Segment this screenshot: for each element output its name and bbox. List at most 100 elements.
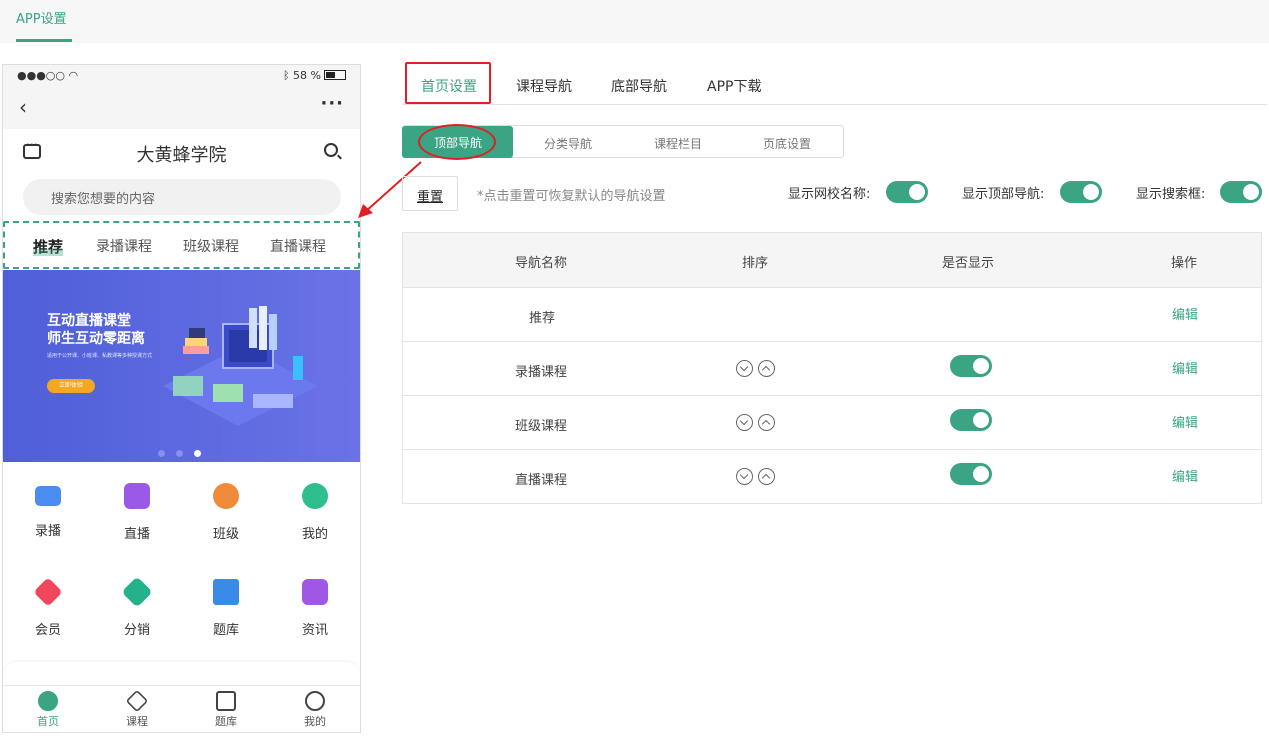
school-name: 大黄蜂学院: [136, 145, 227, 166]
phone-header: 大黄蜂学院: [3, 129, 360, 173]
show-search-toggle[interactable]: [1220, 181, 1262, 203]
table-row: 班级课程 编辑: [403, 395, 1261, 449]
video-camera-icon: [35, 486, 61, 506]
row-name: 直播课程: [515, 473, 568, 488]
bear-face-icon: [302, 483, 328, 509]
table-row: 推荐 编辑: [403, 287, 1261, 341]
tabbar-courses[interactable]: 课程: [107, 689, 167, 729]
grid-item-questions[interactable]: 题库: [196, 579, 256, 638]
edit-link[interactable]: 编辑: [1172, 466, 1198, 485]
grid-label: 资讯: [301, 623, 328, 638]
category-recorded[interactable]: 录播课程: [96, 236, 152, 256]
grid-label: 题库: [212, 623, 239, 638]
settings-tabs: 首页设置 课程导航 底部导航 APP下载: [402, 62, 1267, 105]
reset-button[interactable]: 重置: [402, 176, 458, 211]
highlight-oval: [418, 124, 496, 160]
row-visible-toggle[interactable]: [950, 409, 992, 431]
row-name: 班级课程: [515, 419, 568, 434]
edit-link[interactable]: 编辑: [1172, 304, 1198, 323]
grid-item-live[interactable]: 直播: [107, 483, 167, 542]
show-top-nav-toggle[interactable]: [1060, 181, 1102, 203]
banner-dot[interactable]: [176, 450, 183, 457]
row-visible-toggle[interactable]: [950, 463, 992, 485]
banner-dot-active[interactable]: [194, 450, 201, 457]
tabbar-home[interactable]: 首页: [18, 691, 78, 729]
subtab-category-nav[interactable]: 分类导航: [544, 135, 592, 152]
clipboard-icon: [216, 691, 236, 711]
phone-nav-bar: ‹ ···: [3, 87, 360, 129]
tabbar-label: 我的: [304, 715, 326, 728]
grid-item-recorded[interactable]: 录播: [18, 483, 78, 539]
move-up-icon[interactable]: [758, 360, 775, 377]
sort-controls: [736, 360, 780, 377]
tabbar-label: 题库: [215, 715, 237, 728]
show-school-name-toggle[interactable]: [886, 181, 928, 203]
banner-title: 互动直播课堂 师生互动零距离: [47, 313, 145, 347]
tabbar-mine[interactable]: 我的: [285, 691, 345, 729]
tv-play-icon: [124, 483, 150, 509]
table-row: 直播课程 编辑: [403, 449, 1261, 503]
tab-course-nav[interactable]: 课程导航: [516, 76, 572, 96]
banner-illustration: [163, 306, 318, 426]
category-recommend[interactable]: 推荐: [33, 236, 64, 257]
row-visible-toggle[interactable]: [950, 355, 992, 377]
col-visible: 是否显示: [942, 256, 995, 271]
col-nav-name: 导航名称: [515, 256, 568, 271]
move-down-icon[interactable]: [736, 468, 753, 485]
grid-item-news[interactable]: 资讯: [285, 579, 345, 638]
smile-face-icon: [305, 691, 325, 711]
back-icon[interactable]: ‹: [19, 95, 27, 119]
col-sort: 排序: [742, 256, 769, 271]
category-live[interactable]: 直播课程: [270, 236, 326, 256]
edit-link[interactable]: 编辑: [1172, 412, 1198, 431]
table-row: 录播课程 编辑: [403, 341, 1261, 395]
tabbar-label: 课程: [126, 715, 148, 728]
move-up-icon[interactable]: [758, 414, 775, 431]
grid-item-vip[interactable]: 会员: [18, 577, 78, 638]
subtab-course-column[interactable]: 课程栏目: [654, 135, 702, 152]
status-bar: ●●●○○ ◠ ᛒ 58 %: [3, 65, 360, 87]
move-down-icon[interactable]: [736, 414, 753, 431]
signal-indicator: ●●●○○ ◠: [17, 69, 79, 82]
banner[interactable]: 互动直播课堂 师生互动零距离 适用于公开课、小班课、私教课等多种授课方式 立即体验: [3, 270, 360, 462]
edit-link[interactable]: 编辑: [1172, 358, 1198, 377]
grid-item-class[interactable]: 班级: [196, 483, 256, 542]
tab-bottom-nav[interactable]: 底部导航: [611, 76, 667, 96]
grid-label: 分销: [123, 623, 150, 638]
grid-label: 我的: [301, 527, 328, 542]
home-icon: [38, 691, 58, 711]
grid-item-distribution[interactable]: 分销: [107, 576, 167, 638]
row-name: 录播课程: [515, 365, 568, 380]
show-top-nav-label: 显示顶部导航:: [962, 187, 1045, 202]
tab-app-download[interactable]: APP下载: [707, 76, 761, 96]
search-icon[interactable]: [324, 143, 338, 157]
show-school-name-label: 显示网校名称:: [788, 187, 871, 202]
banner-subtitle: 适用于公开课、小班课、私教课等多种授课方式: [47, 353, 153, 359]
move-down-icon[interactable]: [736, 360, 753, 377]
show-search-label: 显示搜索框:: [1136, 187, 1206, 202]
tabbar-label: 首页: [37, 715, 59, 728]
subtab-footer-settings[interactable]: 页底设置: [763, 135, 811, 152]
bluetooth-icon: ᛒ: [282, 69, 290, 82]
move-up-icon[interactable]: [758, 468, 775, 485]
battery-indicator: ᛒ 58 %: [283, 69, 346, 82]
tag-icon: [121, 576, 153, 608]
banner-button[interactable]: 立即体验: [47, 379, 95, 393]
sort-controls: [736, 414, 780, 431]
wifi-icon: ◠: [68, 69, 79, 82]
grid-label: 会员: [34, 623, 61, 638]
phone-search-input[interactable]: 搜索您想要的内容: [23, 179, 341, 215]
banner-pagination: [158, 442, 212, 461]
planet-icon: [213, 483, 239, 509]
banner-dot[interactable]: [158, 450, 165, 457]
active-tab-underline: [16, 39, 72, 42]
tabbar-questions[interactable]: 题库: [196, 691, 256, 729]
more-icon[interactable]: ···: [320, 93, 344, 114]
grid-label: 直播: [123, 527, 150, 542]
battery-icon: [324, 70, 346, 80]
category-class[interactable]: 班级课程: [183, 236, 239, 256]
grid-item-mine[interactable]: 我的: [285, 483, 345, 542]
tab-app-settings[interactable]: APP设置: [16, 8, 67, 27]
diamond-outline-icon: [125, 689, 149, 713]
sort-controls: [736, 468, 780, 485]
